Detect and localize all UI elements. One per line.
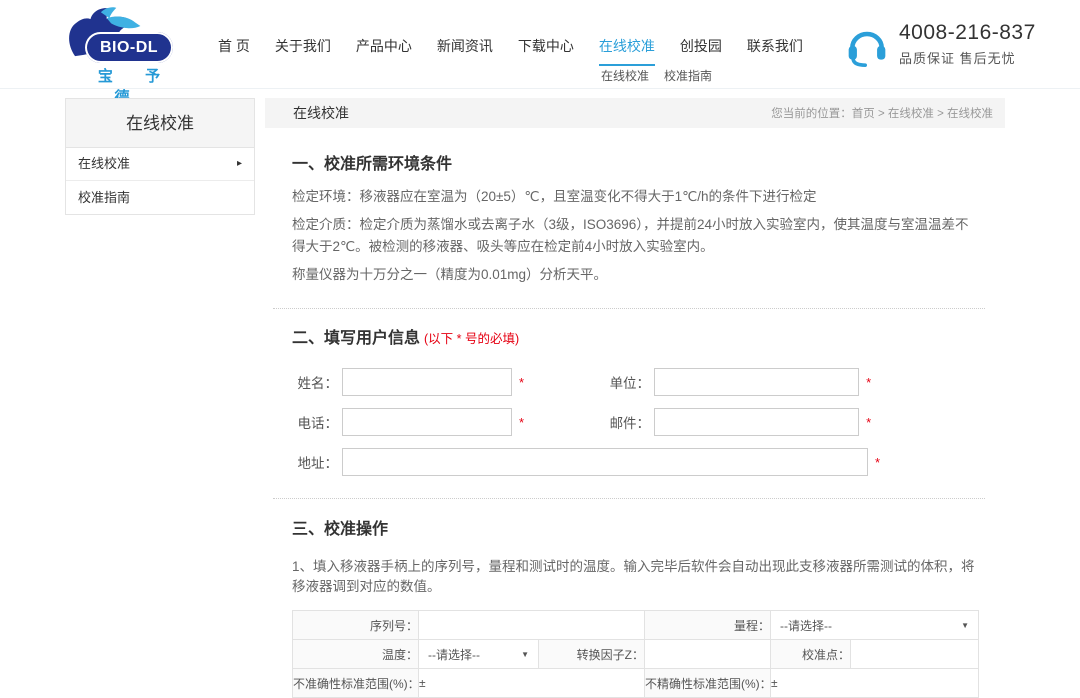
serial-label: 序列号： (293, 611, 419, 640)
calibration-point-input[interactable] (851, 641, 978, 668)
phone-label: 电话： (292, 412, 338, 432)
required-star: * (866, 375, 871, 390)
breadcrumb[interactable]: 您当前的位置：首页 > 在线校准 > 在线校准 (771, 105, 993, 121)
email-input[interactable] (654, 408, 859, 436)
name-input[interactable] (342, 368, 512, 396)
step-1-text: 1、填入移液器手柄上的序列号，量程和测试时的温度。输入完毕后软件会自动出现此支移… (292, 557, 978, 597)
content-header-bar: 在线校准 您当前的位置：首页 > 在线校准 > 在线校准 (265, 98, 1005, 128)
range-select-value: --请选择-- (780, 617, 832, 634)
range-label: 量程： (645, 611, 771, 640)
contact-block: 4008-216-837 品质保证 售后无忧 (845, 21, 1036, 69)
required-note: (以下 * 号的必填) (424, 332, 519, 346)
nav-item-venture-park[interactable]: 创投园 (680, 36, 722, 66)
company-input[interactable] (654, 368, 859, 396)
temperature-select[interactable]: --请选择-- ▼ (419, 641, 538, 668)
section2-title-text: 二、填写用户信息 (292, 330, 420, 347)
dotted-divider (273, 308, 985, 309)
logo[interactable]: BIO-DL 宝 予 德 (63, 4, 213, 86)
sidebar-item-calibration-guide[interactable]: 校准指南 (66, 181, 254, 214)
headset-icon (845, 21, 889, 69)
imprecision-range-label: 不精确性标准范围(%)： (645, 669, 771, 698)
caret-down-icon: ▼ (961, 621, 969, 630)
required-star: * (866, 415, 871, 430)
address-label: 地址： (292, 452, 338, 472)
calibration-point-label: 校准点： (771, 640, 851, 669)
site-header: BIO-DL 宝 予 德 首 页 关于我们 产品中心 新闻资讯 下载中心 在线校… (0, 0, 1080, 89)
hotline-slogan: 品质保证 售后无忧 (899, 48, 1036, 67)
serial-input[interactable] (419, 612, 644, 639)
company-label: 单位： (604, 372, 650, 392)
nav-item-about[interactable]: 关于我们 (275, 36, 331, 66)
nav-item-downloads[interactable]: 下载中心 (518, 36, 574, 66)
required-star: * (519, 415, 524, 430)
imprecision-range-value-cell[interactable]: ± (771, 669, 979, 698)
range-select[interactable]: --请选择-- ▼ (771, 612, 978, 639)
conversion-factor-input[interactable] (645, 641, 770, 668)
hotline-number: 4008-216-837 (899, 21, 1036, 45)
section-user-info: 二、填写用户信息 (以下 * 号的必填) 姓名： * 单位： * (292, 324, 978, 476)
logo-pill: BIO-DL (85, 32, 173, 63)
inaccuracy-range-value-cell[interactable]: ± (419, 669, 645, 698)
chevron-right-icon: ▸ (237, 148, 242, 180)
nav-item-products[interactable]: 产品中心 (356, 36, 412, 66)
email-label: 邮件： (604, 412, 650, 432)
caret-down-icon: ▼ (521, 650, 529, 659)
section2-title: 二、填写用户信息 (以下 * 号的必填) (292, 324, 978, 348)
section-environment: 一、校准所需环境条件 检定环境：移液器应在室温为（20±5）℃，且室温变化不得大… (292, 150, 978, 286)
phone-input[interactable] (342, 408, 512, 436)
sidebar-item-label: 校准指南 (78, 182, 130, 214)
brand-name: BIO-DL (100, 39, 158, 57)
sidebar: 在线校准 在线校准 ▸ 校准指南 (65, 98, 255, 215)
env-line-2: 检定介质：检定介质为蒸馏水或去离子水（3级，ISO3696），并提前24小时放入… (292, 214, 978, 258)
sidebar-title: 在线校准 (66, 99, 254, 148)
user-info-form: 姓名： * 单位： * 电话： * (292, 368, 978, 476)
section-calibration-operation: 三、校准操作 1、填入移液器手柄上的序列号，量程和测试时的温度。输入完毕后软件会… (292, 515, 978, 698)
page-title: 在线校准 (293, 103, 349, 123)
nav-item-contact[interactable]: 联系我们 (747, 36, 803, 66)
dotted-divider (273, 498, 985, 499)
section1-title: 一、校准所需环境条件 (292, 150, 978, 174)
name-label: 姓名： (292, 372, 338, 392)
env-line-1: 检定环境：移液器应在室温为（20±5）℃，且室温变化不得大于1℃/h的条件下进行… (292, 186, 978, 208)
temperature-label: 温度： (293, 640, 419, 669)
subnav-item-online-calibration[interactable]: 在线校准 (601, 67, 649, 84)
calibration-table: 序列号： 量程： --请选择-- ▼ 温度： --请选择-- (292, 610, 979, 698)
main-content: 在线校准 您当前的位置：首页 > 在线校准 > 在线校准 一、校准所需环境条件 … (265, 98, 1005, 698)
nav-item-news[interactable]: 新闻资讯 (437, 36, 493, 66)
subnav-item-calibration-guide[interactable]: 校准指南 (664, 67, 712, 84)
nav-item-online-calibration[interactable]: 在线校准 (599, 36, 655, 66)
env-line-3: 称量仪器为十万分之一（精度为0.01mg）分析天平。 (292, 264, 978, 286)
sidebar-item-online-calibration[interactable]: 在线校准 ▸ (66, 148, 254, 181)
required-star: * (875, 455, 880, 470)
sidebar-item-label: 在线校准 (78, 148, 130, 180)
address-input[interactable] (342, 448, 868, 476)
main-nav: 首 页 关于我们 产品中心 新闻资讯 下载中心 在线校准 创投园 联系我们 (218, 36, 803, 66)
required-star: * (519, 375, 524, 390)
sub-nav: 在线校准 校准指南 (601, 67, 712, 84)
section3-title: 三、校准操作 (292, 515, 978, 539)
inaccuracy-range-label: 不准确性标准范围(%)： (293, 669, 419, 698)
nav-item-home[interactable]: 首 页 (218, 36, 250, 66)
conversion-factor-label: 转换因子Z： (539, 640, 645, 669)
